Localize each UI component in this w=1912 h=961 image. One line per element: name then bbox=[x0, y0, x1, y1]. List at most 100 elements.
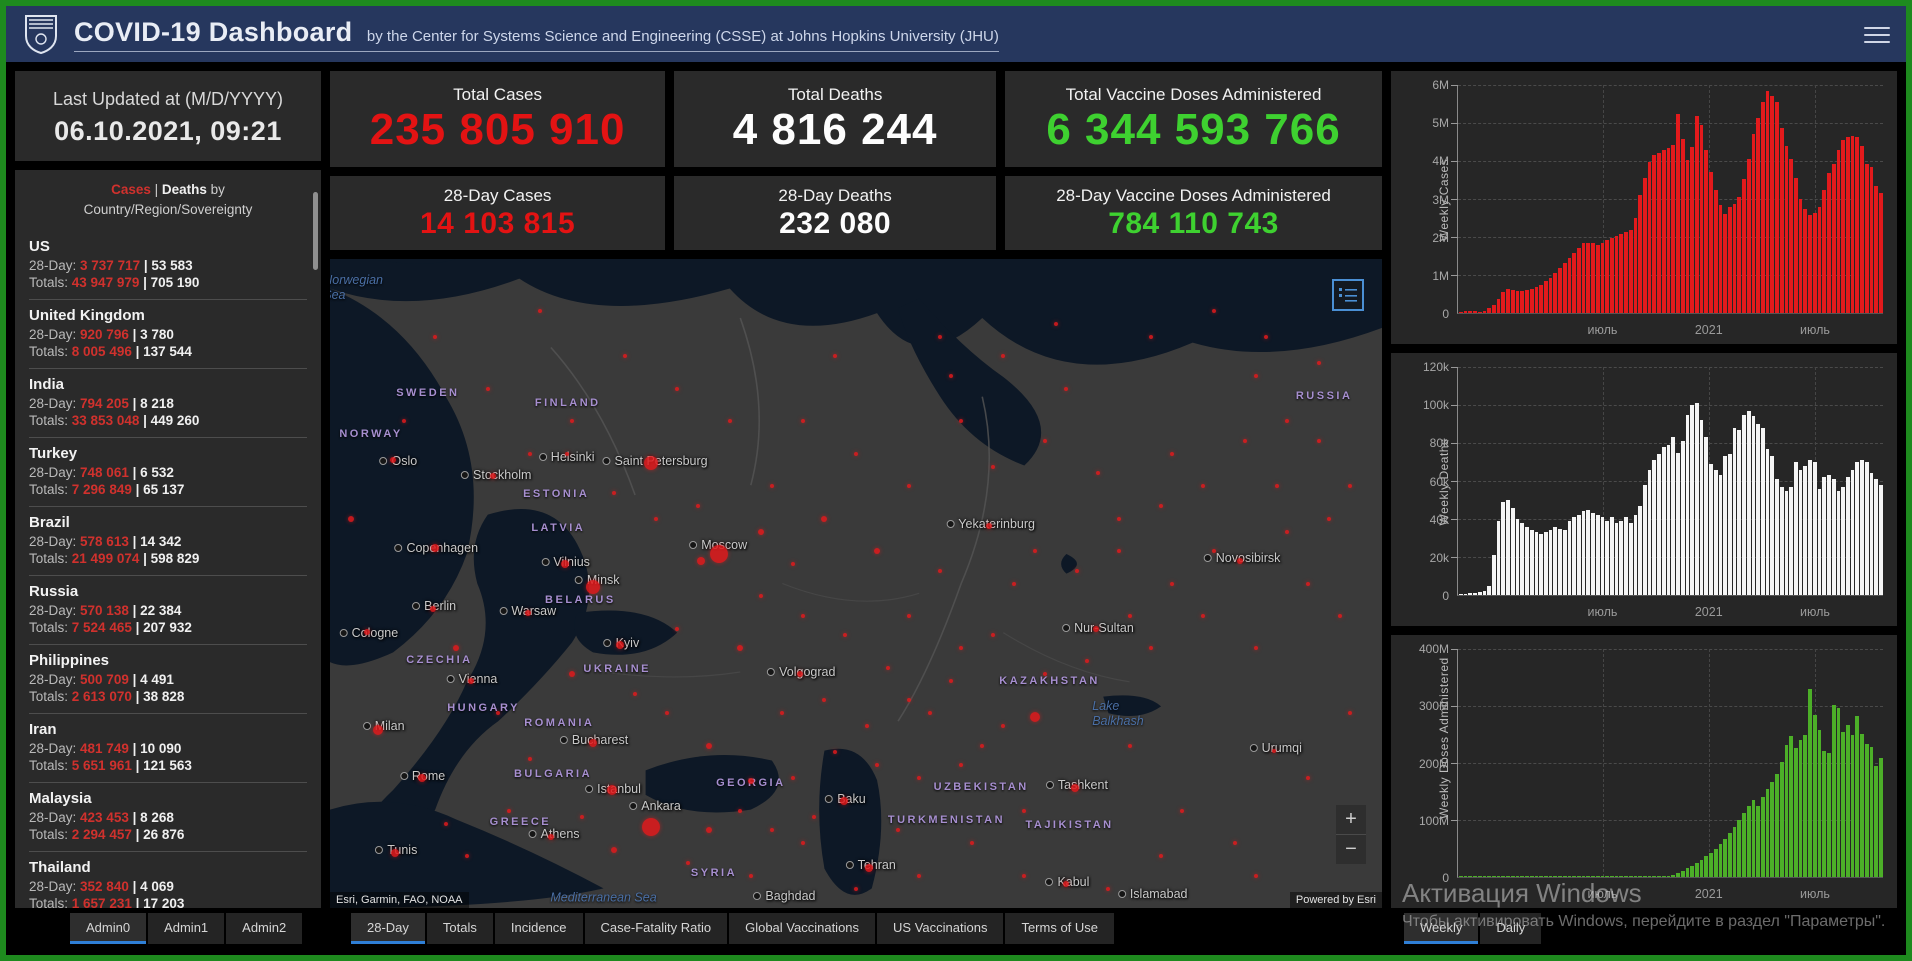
bar[interactable] bbox=[1539, 534, 1543, 595]
bar[interactable] bbox=[1496, 520, 1501, 595]
tab-weekly[interactable]: Weekly bbox=[1404, 913, 1479, 944]
bar[interactable] bbox=[1746, 159, 1751, 313]
country-list-item[interactable]: Philippines 28-Day: 500 709 | 4 491 Totals… bbox=[29, 645, 307, 714]
bar[interactable] bbox=[1878, 484, 1883, 595]
case-cluster-dot[interactable] bbox=[1337, 613, 1342, 618]
case-cluster-dot[interactable] bbox=[611, 846, 618, 853]
bar[interactable] bbox=[1525, 290, 1529, 313]
bar[interactable] bbox=[1770, 456, 1775, 595]
case-cluster-dot[interactable] bbox=[490, 473, 497, 480]
case-cluster-dot[interactable] bbox=[586, 579, 600, 594]
tab-28-day[interactable]: 28-Day bbox=[351, 913, 425, 944]
bar[interactable] bbox=[1619, 233, 1624, 313]
bar[interactable] bbox=[1874, 185, 1878, 313]
bar[interactable] bbox=[1685, 414, 1690, 595]
bar[interactable] bbox=[1487, 308, 1492, 313]
bar[interactable] bbox=[1591, 513, 1595, 595]
case-cluster-dot[interactable] bbox=[1348, 711, 1353, 716]
case-cluster-dot[interactable] bbox=[1253, 873, 1258, 878]
bar[interactable] bbox=[1812, 462, 1817, 595]
case-cluster-dot[interactable] bbox=[1011, 581, 1016, 586]
bar[interactable] bbox=[1718, 204, 1723, 313]
case-cluster-dot[interactable] bbox=[811, 815, 816, 820]
tab-terms-of-use[interactable]: Terms of Use bbox=[1005, 913, 1115, 944]
bar[interactable] bbox=[1605, 876, 1609, 877]
bar[interactable] bbox=[1694, 862, 1699, 877]
bar[interactable] bbox=[1784, 490, 1789, 595]
case-cluster-dot[interactable] bbox=[875, 763, 880, 768]
bar[interactable] bbox=[1548, 277, 1553, 313]
bar[interactable] bbox=[1855, 137, 1860, 313]
bar[interactable] bbox=[1553, 876, 1558, 877]
bar[interactable] bbox=[1704, 149, 1709, 313]
bar[interactable] bbox=[1751, 133, 1756, 313]
bar[interactable] bbox=[1775, 774, 1779, 877]
bar[interactable] bbox=[1860, 460, 1864, 595]
bar[interactable] bbox=[1600, 517, 1605, 595]
country-list-item[interactable]: Turkey 28-Day: 748 061 | 6 532 Totals: 7 2… bbox=[29, 438, 307, 507]
case-cluster-dot[interactable] bbox=[1053, 321, 1058, 326]
bar[interactable] bbox=[1647, 876, 1652, 877]
case-cluster-dot[interactable] bbox=[1201, 613, 1206, 618]
bar[interactable] bbox=[1638, 195, 1643, 313]
bar[interactable] bbox=[1850, 469, 1855, 595]
case-cluster-dot[interactable] bbox=[547, 833, 554, 840]
bar[interactable] bbox=[1845, 137, 1850, 313]
case-cluster-dot[interactable] bbox=[696, 503, 701, 508]
bar[interactable] bbox=[1718, 843, 1723, 877]
bar[interactable] bbox=[1803, 465, 1808, 595]
country-list-item[interactable]: India 28-Day: 794 205 | 8 218 Totals: 33 8… bbox=[29, 369, 307, 438]
bar[interactable] bbox=[1765, 448, 1770, 595]
bar[interactable] bbox=[1737, 820, 1742, 877]
case-cluster-dot[interactable] bbox=[527, 451, 532, 456]
bar[interactable] bbox=[1817, 729, 1822, 877]
bar[interactable] bbox=[1770, 782, 1775, 877]
bar[interactable] bbox=[1737, 197, 1742, 313]
bar[interactable] bbox=[1657, 876, 1661, 877]
bar[interactable] bbox=[1869, 166, 1874, 313]
bar[interactable] bbox=[1709, 172, 1713, 313]
bar[interactable] bbox=[1624, 232, 1628, 313]
bar[interactable] bbox=[1727, 833, 1732, 877]
bar[interactable] bbox=[1855, 715, 1860, 877]
bar[interactable] bbox=[1647, 469, 1652, 595]
case-cluster-dot[interactable] bbox=[1095, 471, 1100, 476]
bar[interactable] bbox=[1727, 454, 1732, 595]
bar[interactable] bbox=[1633, 218, 1638, 313]
bar[interactable] bbox=[1605, 520, 1609, 595]
zoom-in-button[interactable]: + bbox=[1336, 805, 1366, 834]
bar[interactable] bbox=[1850, 136, 1855, 313]
case-cluster-dot[interactable] bbox=[641, 817, 660, 836]
bar[interactable] bbox=[1685, 160, 1690, 313]
bar[interactable] bbox=[1529, 876, 1534, 877]
tab-incidence[interactable]: Incidence bbox=[494, 913, 583, 944]
tab-global-vaccinations[interactable]: Global Vaccinations bbox=[729, 913, 876, 944]
bar[interactable] bbox=[1803, 735, 1808, 877]
bar[interactable] bbox=[1459, 876, 1463, 877]
bar[interactable] bbox=[1699, 420, 1704, 595]
bar[interactable] bbox=[1515, 290, 1520, 313]
bar[interactable] bbox=[1784, 145, 1789, 313]
case-cluster-dot[interactable] bbox=[1169, 451, 1174, 456]
bar[interactable] bbox=[1572, 252, 1576, 313]
bar[interactable] bbox=[1732, 427, 1737, 595]
tab-case-fatality-ratio[interactable]: Case-Fatality Ratio bbox=[584, 913, 728, 944]
case-cluster-dot[interactable] bbox=[969, 841, 974, 846]
case-cluster-dot[interactable] bbox=[612, 490, 617, 495]
bar[interactable] bbox=[1817, 207, 1822, 313]
case-cluster-dot[interactable] bbox=[738, 808, 743, 813]
case-cluster-dot[interactable] bbox=[1306, 776, 1311, 781]
bar[interactable] bbox=[1845, 724, 1850, 877]
case-cluster-dot[interactable] bbox=[885, 665, 890, 670]
bar[interactable] bbox=[1477, 592, 1482, 595]
bar[interactable] bbox=[1822, 751, 1827, 877]
bar[interactable] bbox=[1562, 530, 1567, 595]
bar[interactable] bbox=[1864, 462, 1869, 595]
bar[interactable] bbox=[1784, 744, 1789, 877]
case-cluster-dot[interactable] bbox=[1180, 808, 1185, 813]
case-cluster-dot[interactable] bbox=[1029, 711, 1040, 722]
bar[interactable] bbox=[1822, 189, 1827, 313]
case-cluster-dot[interactable] bbox=[1148, 646, 1153, 651]
bar[interactable] bbox=[1473, 876, 1477, 877]
bar[interactable] bbox=[1761, 797, 1765, 877]
